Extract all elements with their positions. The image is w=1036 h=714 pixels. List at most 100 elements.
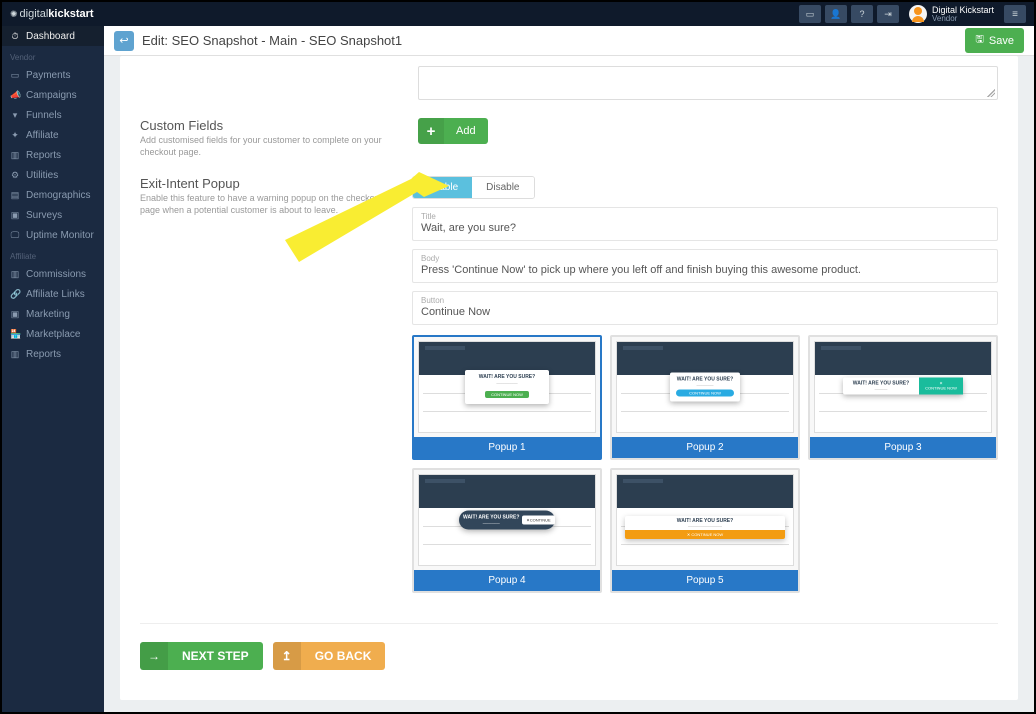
menu-icon[interactable]: ≡ bbox=[1004, 5, 1026, 23]
popup-preview: WAIT! ARE YOU SURE? ────── ✕ CONTINUE bbox=[414, 470, 600, 570]
sidebar-section-affiliate: Affiliate bbox=[2, 248, 104, 264]
sidebar-item-surveys[interactable]: ▣ Surveys bbox=[2, 205, 104, 225]
dashboard-icon: ⏱ bbox=[10, 31, 20, 42]
sidebar-item-marketing[interactable]: ▣Marketing bbox=[2, 304, 104, 324]
sidebar-item-demographics[interactable]: ▤Demographics bbox=[2, 185, 104, 205]
sidebar-item-affiliate[interactable]: ✦ Affiliate bbox=[2, 125, 104, 145]
preview-headline: WAIT! ARE YOU SURE? bbox=[625, 516, 785, 524]
brand-prefix: digital bbox=[20, 8, 49, 20]
avatar-icon bbox=[909, 5, 927, 23]
sidebar-label: Affiliate Links bbox=[26, 289, 85, 300]
sidebar: ⏱Dashboard Vendor ▭Payments 📣Campaigns ▾… bbox=[2, 26, 104, 712]
popup-label: Popup 1 bbox=[414, 437, 600, 458]
plus-icon: + bbox=[418, 118, 444, 144]
next-step-button[interactable]: → NEXT STEP bbox=[140, 642, 263, 670]
sidebar-item-uptime[interactable]: 🖵 Uptime Monitor bbox=[2, 225, 104, 245]
sidebar-item-campaigns[interactable]: 📣 Campaigns bbox=[2, 85, 104, 105]
back-label: GO BACK bbox=[301, 642, 386, 670]
button-field[interactable]: Button Continue Now bbox=[412, 291, 998, 325]
preview-headline: WAIT! ARE YOU SURE? bbox=[471, 374, 543, 380]
clipboard-icon: ▣ bbox=[10, 210, 20, 221]
save-button[interactable]: 🖫Save bbox=[965, 28, 1024, 53]
enable-toggle: Enable Disable bbox=[412, 176, 535, 199]
sidebar-item-marketplace[interactable]: 🏪 Marketplace bbox=[2, 324, 104, 344]
body-field-value: Press 'Continue Now' to pick up where yo… bbox=[421, 264, 989, 276]
next-label: NEXT STEP bbox=[168, 642, 263, 670]
sidebar-item-dashboard[interactable]: ⏱ Dashboard bbox=[2, 26, 104, 46]
button-field-value: Continue Now bbox=[421, 306, 989, 318]
sidebar-item-funnels[interactable]: ▾ Funnels bbox=[2, 105, 104, 125]
sidebar-item-commissions[interactable]: ▥Commissions bbox=[2, 264, 104, 284]
button-field-label: Button bbox=[421, 296, 989, 305]
monitor-icon: 🖵 bbox=[10, 230, 20, 241]
popup-template-3[interactable]: WAIT! ARE YOU SURE? ────── ✕CONTINUE NOW… bbox=[808, 335, 998, 460]
title-field-label: Title bbox=[421, 212, 989, 221]
popup-label: Popup 4 bbox=[414, 570, 600, 591]
sidebar-item-links[interactable]: 🔗 Affiliate Links bbox=[2, 284, 104, 304]
popup-preview: WAIT! ARE YOU SURE? ────── ✕CONTINUE NOW bbox=[810, 337, 996, 437]
user-block[interactable]: Digital Kickstart Vendor bbox=[909, 5, 994, 23]
sidebar-label: Demographics bbox=[26, 190, 90, 201]
sidebar-label: Commissions bbox=[26, 269, 86, 280]
wrench-icon: ⚙ bbox=[10, 170, 20, 181]
store-icon: 🏪 bbox=[10, 329, 20, 340]
topbar-user-icon[interactable]: 👤 bbox=[825, 5, 847, 23]
add-button[interactable]: + Add bbox=[418, 118, 488, 144]
sidebar-label: Funnels bbox=[26, 110, 62, 121]
sidebar-item-payments[interactable]: ▭ Payments bbox=[2, 65, 104, 85]
sidebar-item-reports[interactable]: ▥Reports bbox=[2, 145, 104, 165]
preview-headline: WAIT! ARE YOU SURE? bbox=[676, 377, 734, 383]
chart-icon: ▥ bbox=[10, 349, 20, 360]
gear-icon: ✺ bbox=[10, 9, 18, 20]
popup-label: Popup 2 bbox=[612, 437, 798, 458]
popup-preview: WAIT! ARE YOU SURE? ──────── CONTINUE NO… bbox=[612, 337, 798, 437]
popup-preview: WAIT! ARE YOU SURE? ──────────────── ✕ C… bbox=[612, 470, 798, 570]
save-label: Save bbox=[989, 35, 1014, 47]
popup-preview: WAIT! ARE YOU SURE? ────────── CONTINUE … bbox=[414, 337, 600, 437]
enable-option[interactable]: Enable bbox=[413, 177, 472, 198]
popup-template-1[interactable]: WAIT! ARE YOU SURE? ────────── CONTINUE … bbox=[412, 335, 602, 460]
sidebar-label: Uptime Monitor bbox=[26, 230, 94, 241]
user-role: Vendor bbox=[932, 15, 994, 23]
topbar-logout-icon[interactable]: ⇥ bbox=[877, 5, 899, 23]
popup-template-2[interactable]: WAIT! ARE YOU SURE? ──────── CONTINUE NO… bbox=[610, 335, 800, 460]
sidebar-label: Affiliate bbox=[26, 130, 59, 141]
exit-popup-title: Exit-Intent Popup bbox=[140, 176, 392, 191]
funnel-icon: ▾ bbox=[10, 110, 20, 121]
exit-popup-desc: Enable this feature to have a warning po… bbox=[140, 193, 392, 216]
sidebar-label: Marketplace bbox=[26, 329, 80, 340]
sidebar-label: Surveys bbox=[26, 210, 62, 221]
sidebar-label: Reports bbox=[26, 349, 61, 360]
sidebar-item-utilities[interactable]: ⚙ Utilities bbox=[2, 165, 104, 185]
sidebar-label: Dashboard bbox=[26, 31, 75, 42]
top-bar: ✺digitalkickstart ▭ 👤 ? ⇥ Digital Kickst… bbox=[2, 2, 1034, 26]
brand-logo: ✺digitalkickstart bbox=[10, 8, 94, 20]
card-icon: ▭ bbox=[10, 70, 20, 81]
popup-template-5[interactable]: WAIT! ARE YOU SURE? ──────────────── ✕ C… bbox=[610, 468, 800, 593]
megaphone-icon: 📣 bbox=[10, 90, 20, 101]
sidebar-label: Payments bbox=[26, 70, 70, 81]
go-back-button[interactable]: ↥ GO BACK bbox=[273, 642, 386, 670]
preview-btn: CONTINUE NOW bbox=[691, 532, 723, 537]
brand-suffix: kickstart bbox=[48, 8, 93, 20]
title-field-value: Wait, are you sure? bbox=[421, 222, 989, 234]
popup-template-4[interactable]: WAIT! ARE YOU SURE? ────── ✕ CONTINUE Po… bbox=[412, 468, 602, 593]
title-field[interactable]: Title Wait, are you sure? bbox=[412, 207, 998, 241]
promo-icon: ▣ bbox=[10, 309, 20, 320]
sidebar-label: Campaigns bbox=[26, 90, 77, 101]
topbar-card-icon[interactable]: ▭ bbox=[799, 5, 821, 23]
sidebar-label: Utilities bbox=[26, 170, 58, 181]
body-field-label: Body bbox=[421, 254, 989, 263]
back-button[interactable]: ↩ bbox=[114, 31, 134, 51]
body-field[interactable]: Body Press 'Continue Now' to pick up whe… bbox=[412, 249, 998, 283]
sidebar-item-reports-aff[interactable]: ▥ Reports bbox=[2, 344, 104, 364]
prev-textarea[interactable] bbox=[418, 66, 998, 100]
arrow-right-icon: → bbox=[140, 642, 168, 670]
disable-option[interactable]: Disable bbox=[472, 177, 533, 198]
person-icon: ✦ bbox=[10, 130, 20, 141]
preview-btn: CONTINUE NOW bbox=[925, 386, 957, 391]
topbar-help-icon[interactable]: ? bbox=[851, 5, 873, 23]
arrow-up-icon: ↥ bbox=[273, 642, 301, 670]
preview-btn: CONTINUE bbox=[530, 518, 551, 523]
link-icon: 🔗 bbox=[10, 289, 20, 300]
